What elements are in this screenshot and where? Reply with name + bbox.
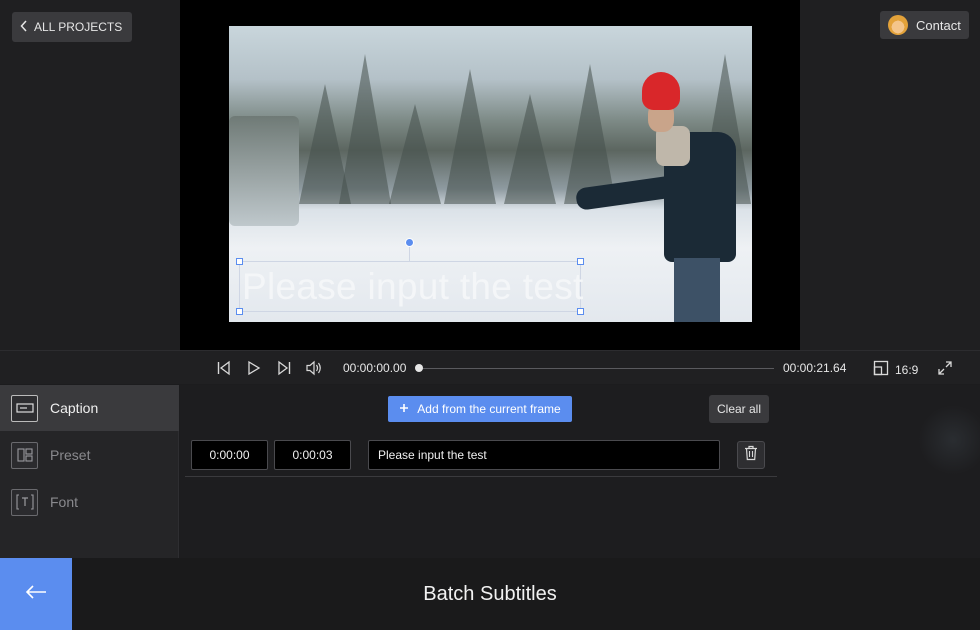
scene-snowbank xyxy=(229,116,299,226)
play-icon[interactable] xyxy=(245,359,263,377)
aspect-ratio-button[interactable]: 16:9 xyxy=(873,360,918,379)
resize-handle-br[interactable] xyxy=(577,308,584,315)
preview-area: ALL PROJECTS Please input the test Conta… xyxy=(0,0,980,350)
preset-icon xyxy=(11,441,38,469)
start-time-input[interactable]: 0:00:00 xyxy=(191,440,268,470)
skip-forward-icon[interactable] xyxy=(275,359,293,377)
total-time: 00:00:21.64 xyxy=(783,361,847,375)
resize-handle-tr[interactable] xyxy=(577,258,584,265)
sidebar-item-label: Font xyxy=(50,494,79,510)
scene-person-legs xyxy=(674,258,720,322)
volume-icon[interactable] xyxy=(305,359,323,377)
skip-back-icon[interactable] xyxy=(215,359,233,377)
trash-icon xyxy=(744,445,758,466)
scene-tree xyxy=(339,54,391,204)
sidebar-item-font[interactable]: Font xyxy=(0,479,179,525)
contact-button[interactable]: Contact xyxy=(880,11,969,39)
font-icon xyxy=(11,488,38,516)
page-title: Batch Subtitles xyxy=(423,583,557,605)
end-time-input[interactable]: 0:00:03 xyxy=(274,440,351,470)
add-from-frame-button[interactable]: Add from the current frame xyxy=(388,396,572,422)
scene-tree xyxy=(389,104,441,204)
aspect-ratio-label: 16:9 xyxy=(895,362,919,377)
all-projects-label: ALL PROJECTS xyxy=(34,20,123,34)
contact-avatar-icon xyxy=(888,15,908,35)
all-projects-button[interactable]: ALL PROJECTS xyxy=(12,12,133,42)
current-time: 00:00:00.00 xyxy=(343,361,407,375)
chevron-left-icon xyxy=(20,19,28,35)
scene-person-hat xyxy=(642,72,680,110)
fullscreen-icon[interactable] xyxy=(936,359,954,377)
subtitle-editor: Add from the current frame Clear all 0:0… xyxy=(180,385,980,558)
delete-row-button[interactable] xyxy=(737,441,765,469)
tool-sidebar: Caption Preset Font xyxy=(0,385,179,558)
resize-handle-tl[interactable] xyxy=(236,258,243,265)
caption-overlay-text: Please input the test xyxy=(242,266,584,307)
app-window: ALL PROJECTS Please input the test Conta… xyxy=(0,0,980,630)
add-from-frame-label: Add from the current frame xyxy=(417,402,561,416)
scene-tree xyxy=(504,94,556,204)
sidebar-item-caption[interactable]: Caption xyxy=(0,385,179,431)
sidebar-item-label: Caption xyxy=(50,400,99,416)
caption-overlay[interactable]: Please input the test xyxy=(236,258,584,315)
subtitle-text-input[interactable]: Please input the test xyxy=(368,440,720,470)
caption-icon xyxy=(11,394,38,422)
aspect-ratio-icon xyxy=(873,360,889,379)
scene-tree xyxy=(444,69,496,204)
sidebar-item-preset[interactable]: Preset xyxy=(0,432,179,478)
scene-person xyxy=(574,72,744,322)
rotate-handle[interactable] xyxy=(405,238,414,247)
timeline-knob[interactable] xyxy=(415,364,423,372)
scene-person-scarf xyxy=(656,126,690,166)
clear-all-button[interactable]: Clear all xyxy=(709,395,769,423)
rotate-handle-line xyxy=(409,246,410,261)
sidebar-item-label: Preset xyxy=(50,447,91,463)
playback-bar: 00:00:00.00 00:00:21.64 16:9 xyxy=(0,350,980,384)
plus-icon xyxy=(399,402,409,416)
timeline-track[interactable] xyxy=(419,368,774,369)
scene-tree xyxy=(564,64,616,204)
footer-bar: Batch Subtitles xyxy=(0,558,980,630)
background-glow xyxy=(918,405,980,475)
subtitle-row: 0:00:00 0:00:03 Please input the test xyxy=(185,437,777,477)
contact-label: Contact xyxy=(916,17,961,33)
resize-handle-bl[interactable] xyxy=(236,308,243,315)
